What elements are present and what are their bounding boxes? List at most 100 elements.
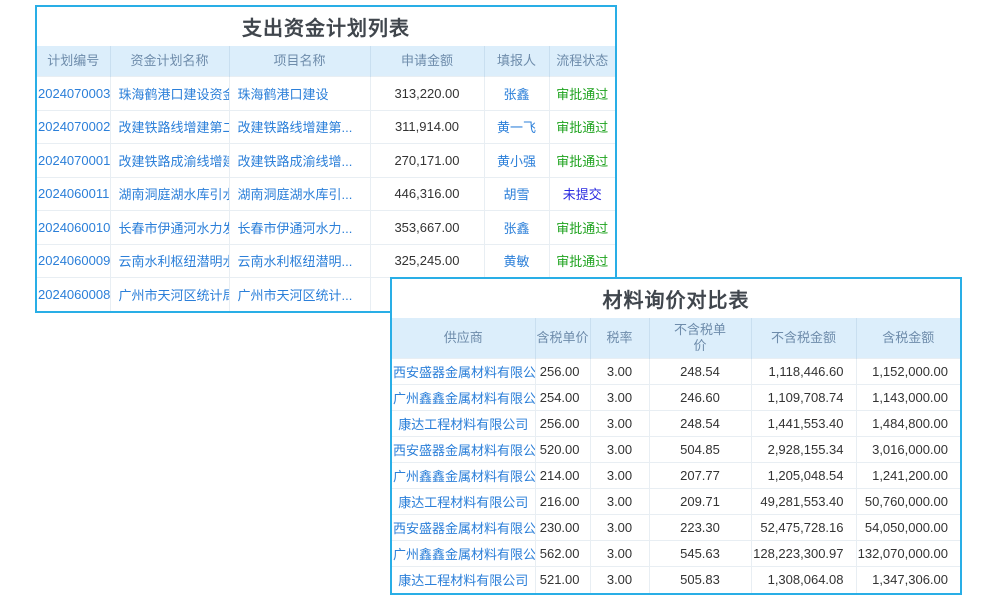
project-name-link[interactable]: 湖南洞庭湖水库引... (229, 177, 370, 211)
col-header-filler: 填报人 (484, 46, 549, 77)
supplier-link[interactable]: 广州鑫鑫金属材料有限公司 (392, 385, 535, 411)
amount-incl-tax-cell: 1,484,800.00 (856, 411, 960, 437)
plan-no-link[interactable]: 2024060010 (37, 211, 110, 245)
supplier-link[interactable]: 西安盛器金属材料有限公司 (392, 359, 535, 385)
status-badge: 审批通过 (549, 110, 615, 144)
price-excl-tax-cell: 223.30 (649, 515, 751, 541)
amount-excl-tax-cell: 49,281,553.40 (751, 489, 856, 515)
price-incl-tax-cell: 521.00 (535, 567, 590, 593)
apply-amount-cell: 325,245.00 (370, 244, 484, 278)
price-excl-tax-cell: 248.54 (649, 359, 751, 385)
price-incl-tax-cell: 254.00 (535, 385, 590, 411)
amount-incl-tax-cell: 3,016,000.00 (856, 437, 960, 463)
project-name-link[interactable]: 改建铁路成渝线增... (229, 144, 370, 178)
col-header-amount-incl-tax: 含税金额 (856, 318, 960, 359)
fund-plan-name-link[interactable]: 湖南洞庭湖水库引水... (110, 177, 229, 211)
status-badge: 审批通过 (549, 144, 615, 178)
price-excl-tax-cell: 545.63 (649, 541, 751, 567)
plan-no-link[interactable]: 2024060009 (37, 244, 110, 278)
table-row: 广州鑫鑫金属材料有限公司 214.00 3.00 207.77 1,205,04… (392, 463, 960, 489)
apply-amount-cell: 353,667.00 (370, 211, 484, 245)
apply-amount-cell: 313,220.00 (370, 77, 484, 111)
table-row: 2024060011 湖南洞庭湖水库引水... 湖南洞庭湖水库引... 446,… (37, 177, 615, 211)
table-row: 2024070002 改建铁路线增建第二... 改建铁路线增建第... 311,… (37, 110, 615, 144)
plan-no-link[interactable]: 2024060011 (37, 177, 110, 211)
supplier-link[interactable]: 西安盛器金属材料有限公司 (392, 437, 535, 463)
tax-rate-cell: 3.00 (590, 411, 649, 437)
amount-excl-tax-cell: 2,928,155.34 (751, 437, 856, 463)
table-row: 2024060009 云南水利枢纽潜明水... 云南水利枢纽潜明... 325,… (37, 244, 615, 278)
project-name-link[interactable]: 改建铁路线增建第... (229, 110, 370, 144)
apply-amount-cell: 311,914.00 (370, 110, 484, 144)
table1-header-row: 计划编号 资金计划名称 项目名称 申请金额 填报人 流程状态 (37, 46, 615, 77)
price-incl-tax-cell: 256.00 (535, 411, 590, 437)
supplier-link[interactable]: 康达工程材料有限公司 (392, 489, 535, 515)
price-incl-tax-cell: 256.00 (535, 359, 590, 385)
tax-rate-cell: 3.00 (590, 489, 649, 515)
expenditure-plan-table-title: 支出资金计划列表 (37, 7, 615, 46)
status-badge: 未提交 (549, 177, 615, 211)
amount-incl-tax-cell: 1,143,000.00 (856, 385, 960, 411)
price-excl-tax-cell: 505.83 (649, 567, 751, 593)
plan-no-link[interactable]: 2024070002 (37, 110, 110, 144)
project-name-link[interactable]: 广州市天河区统计... (229, 278, 370, 312)
filler-cell: 张鑫 (484, 211, 549, 245)
filler-cell: 黄小强 (484, 144, 549, 178)
apply-amount-cell: 270,171.00 (370, 144, 484, 178)
col-header-project-name: 项目名称 (229, 46, 370, 77)
tax-rate-cell: 3.00 (590, 437, 649, 463)
price-excl-tax-cell: 209.71 (649, 489, 751, 515)
amount-excl-tax-cell: 128,223,300.97 (751, 541, 856, 567)
amount-excl-tax-cell: 1,109,708.74 (751, 385, 856, 411)
price-incl-tax-cell: 230.00 (535, 515, 590, 541)
project-name-link[interactable]: 长春市伊通河水力... (229, 211, 370, 245)
filler-cell: 黄敏 (484, 244, 549, 278)
amount-incl-tax-cell: 1,241,200.00 (856, 463, 960, 489)
amount-excl-tax-cell: 1,205,048.54 (751, 463, 856, 489)
col-header-flow-status: 流程状态 (549, 46, 615, 77)
fund-plan-name-link[interactable]: 广州市天河区统计局... (110, 278, 229, 312)
table-row: 广州鑫鑫金属材料有限公司 562.00 3.00 545.63 128,223,… (392, 541, 960, 567)
table-row: 西安盛器金属材料有限公司 520.00 3.00 504.85 2,928,15… (392, 437, 960, 463)
col-header-tax-rate: 税率 (590, 318, 649, 359)
fund-plan-name-link[interactable]: 长春市伊通河水力发... (110, 211, 229, 245)
table-row: 西安盛器金属材料有限公司 230.00 3.00 223.30 52,475,7… (392, 515, 960, 541)
material-inquiry-table-title: 材料询价对比表 (392, 279, 960, 318)
fund-plan-name-link[interactable]: 改建铁路线增建第二... (110, 110, 229, 144)
project-name-link[interactable]: 珠海鹤港口建设 (229, 77, 370, 111)
amount-incl-tax-cell: 1,152,000.00 (856, 359, 960, 385)
tax-rate-cell: 3.00 (590, 359, 649, 385)
supplier-link[interactable]: 广州鑫鑫金属材料有限公司 (392, 463, 535, 489)
price-excl-tax-cell: 246.60 (649, 385, 751, 411)
material-inquiry-table: 供应商 含税单价 税率 不含税单 价 不含税金额 含税金额 西安盛器金属材料有限… (392, 318, 960, 593)
price-incl-tax-cell: 562.00 (535, 541, 590, 567)
price-incl-tax-cell: 520.00 (535, 437, 590, 463)
plan-no-link[interactable]: 2024060008 (37, 278, 110, 312)
amount-excl-tax-cell: 1,308,064.08 (751, 567, 856, 593)
apply-amount-cell: 446,316.00 (370, 177, 484, 211)
col-header-apply-amount: 申请金额 (370, 46, 484, 77)
fund-plan-name-link[interactable]: 云南水利枢纽潜明水... (110, 244, 229, 278)
price-incl-tax-cell: 214.00 (535, 463, 590, 489)
plan-no-link[interactable]: 2024070003 (37, 77, 110, 111)
filler-cell: 张鑫 (484, 77, 549, 111)
project-name-link[interactable]: 云南水利枢纽潜明... (229, 244, 370, 278)
plan-no-link[interactable]: 2024070001 (37, 144, 110, 178)
amount-excl-tax-cell: 1,118,446.60 (751, 359, 856, 385)
supplier-link[interactable]: 康达工程材料有限公司 (392, 411, 535, 437)
amount-incl-tax-cell: 132,070,000.00 (856, 541, 960, 567)
fund-plan-name-link[interactable]: 改建铁路成渝线增建... (110, 144, 229, 178)
tax-rate-cell: 3.00 (590, 463, 649, 489)
table-row: 康达工程材料有限公司 256.00 3.00 248.54 1,441,553.… (392, 411, 960, 437)
tax-rate-cell: 3.00 (590, 567, 649, 593)
expenditure-plan-table-card: 支出资金计划列表 计划编号 资金计划名称 项目名称 申请金额 填报人 流程状态 … (35, 5, 617, 313)
supplier-link[interactable]: 西安盛器金属材料有限公司 (392, 515, 535, 541)
supplier-link[interactable]: 康达工程材料有限公司 (392, 567, 535, 593)
supplier-link[interactable]: 广州鑫鑫金属材料有限公司 (392, 541, 535, 567)
table2-header-row: 供应商 含税单价 税率 不含税单 价 不含税金额 含税金额 (392, 318, 960, 359)
fund-plan-name-link[interactable]: 珠海鹤港口建设资金... (110, 77, 229, 111)
amount-incl-tax-cell: 54,050,000.00 (856, 515, 960, 541)
amount-excl-tax-cell: 52,475,728.16 (751, 515, 856, 541)
filler-cell: 胡雪 (484, 177, 549, 211)
col-header-plan-no: 计划编号 (37, 46, 110, 77)
